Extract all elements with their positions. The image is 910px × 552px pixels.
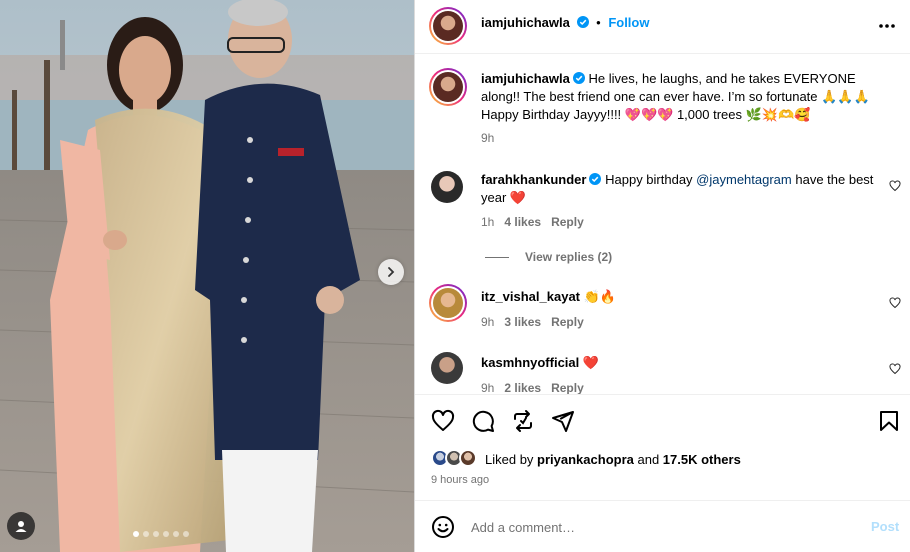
commenter-avatar[interactable] [431, 352, 463, 384]
carousel-dot [173, 531, 179, 537]
carousel-dot [133, 531, 139, 537]
post-header: iamjuhichawla • Follow [415, 0, 910, 54]
comment-likes[interactable]: 3 likes [504, 315, 541, 329]
comment-likes[interactable]: 4 likes [504, 215, 541, 229]
comment-mention[interactable]: @jaymehtagram [696, 172, 792, 187]
comments-list[interactable]: iamjuhichawla He lives, he laughs, and h… [415, 54, 910, 394]
caption-text: iamjuhichawla He lives, he laughs, and h… [481, 70, 881, 124]
view-replies-button[interactable]: View replies (2) [485, 250, 612, 264]
comment-text: itz_vishal_kayat 👏🔥 [481, 288, 881, 306]
liker-avatar [459, 449, 477, 467]
comment-body-start: Happy birthday [605, 172, 697, 187]
comment-text: farahkhankunder Happy birthday @jaymehta… [481, 171, 881, 207]
liked-by-others[interactable]: 17.5K others [663, 452, 741, 467]
more-options-icon[interactable] [877, 16, 897, 36]
comment-meta: 9h 3 likes Reply [481, 315, 584, 329]
comment-like-icon[interactable] [889, 180, 901, 192]
header-separator: • [596, 15, 601, 30]
comment-meta: 9h 2 likes Reply [481, 381, 584, 394]
carousel-dot [153, 531, 159, 537]
commenter-avatar[interactable] [429, 284, 467, 322]
caption-author-avatar[interactable] [429, 68, 467, 106]
view-replies-label: View replies (2) [525, 250, 613, 264]
post-timestamp[interactable]: 9 hours ago [431, 474, 489, 486]
comment-time: 9h [481, 315, 495, 329]
user-tag-icon [15, 521, 27, 532]
chevron-right-icon [388, 267, 395, 277]
comment-meta: 1h 4 likes Reply [481, 215, 584, 229]
post-actions: Liked by priyankachopra and 17.5K others… [415, 394, 910, 502]
emoji-icon[interactable] [431, 515, 455, 539]
author-username[interactable]: iamjuhichawla [481, 15, 570, 30]
comment-time: 9h [481, 381, 495, 394]
carousel-dot [183, 531, 189, 537]
carousel-next-button[interactable] [378, 259, 404, 285]
caption-time: 9h [481, 131, 495, 145]
comment-body: ❤️ [582, 355, 600, 370]
comment-time: 1h [481, 215, 495, 229]
share-icon[interactable] [511, 409, 535, 433]
add-comment-bar: Post [415, 500, 910, 552]
comment-like-icon[interactable] [889, 363, 901, 375]
header-user-line: iamjuhichawla • Follow [481, 15, 649, 31]
bookmark-icon[interactable] [877, 409, 901, 433]
post-photo[interactable] [0, 0, 414, 552]
follow-button[interactable]: Follow [608, 15, 649, 30]
send-icon[interactable] [551, 409, 575, 433]
comment-icon[interactable] [471, 409, 495, 433]
photo-scene [0, 0, 414, 552]
reply-button[interactable]: Reply [551, 381, 584, 394]
verified-icon [572, 72, 585, 84]
post-panel: iamjuhichawla • Follow iamjuhichawla He … [414, 0, 910, 552]
comment-likes[interactable]: 2 likes [504, 381, 541, 394]
caption-username[interactable]: iamjuhichawla [481, 71, 570, 86]
post-comment-button[interactable]: Post [871, 519, 899, 534]
comment-input[interactable] [471, 516, 831, 538]
comment-like-icon[interactable] [889, 297, 901, 309]
carousel-dot [143, 531, 149, 537]
carousel-indicator [133, 531, 189, 537]
comment-username[interactable]: itz_vishal_kayat [481, 289, 580, 304]
replies-divider [485, 256, 509, 258]
author-avatar[interactable] [429, 7, 467, 45]
verified-icon [589, 173, 602, 185]
commenter-avatar[interactable] [431, 171, 463, 203]
liked-by-text: Liked by priyankachopra and 17.5K others [485, 452, 741, 467]
verified-icon [576, 16, 589, 28]
comment-username[interactable]: farahkhankunder [481, 172, 586, 187]
liked-by-prefix: Liked by [485, 452, 538, 467]
heart-icon[interactable] [431, 409, 455, 433]
comment-username[interactable]: kasmhnyofficial [481, 355, 579, 370]
liked-by-middle: and [633, 452, 663, 467]
tagged-users-button[interactable] [7, 512, 35, 540]
reply-button[interactable]: Reply [551, 215, 584, 229]
comment-text: kasmhnyofficial ❤️ [481, 354, 881, 372]
liked-by-user[interactable]: priyankachopra [537, 452, 634, 467]
carousel-dot [163, 531, 169, 537]
comment-body: 👏🔥 [583, 289, 617, 304]
reply-button[interactable]: Reply [551, 315, 584, 329]
